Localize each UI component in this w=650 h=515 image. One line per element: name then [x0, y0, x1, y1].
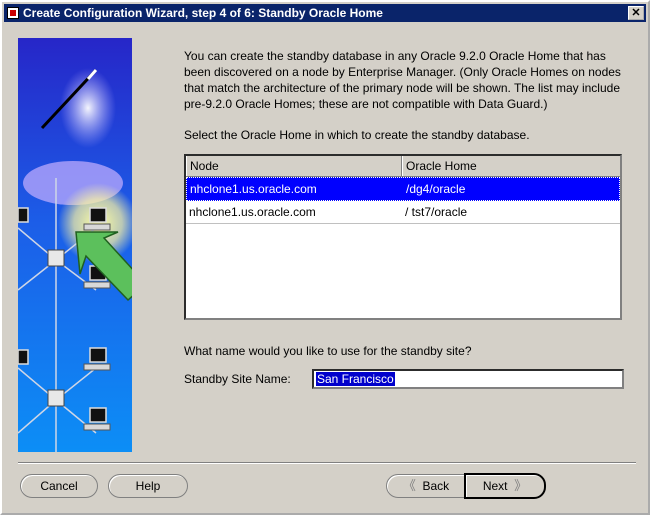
close-icon[interactable]: ✕ [628, 6, 644, 20]
next-label: Next [482, 479, 508, 493]
back-arrow-icon: 《 [402, 478, 416, 493]
site-name-label: Standby Site Name: [184, 372, 291, 386]
back-button[interactable]: 《 Back [386, 474, 466, 498]
select-prompt: Select the Oracle Home in which to creat… [184, 128, 530, 142]
site-name-value: San Francisco [316, 372, 395, 386]
column-header-node[interactable]: Node [186, 156, 402, 176]
button-divider [18, 462, 636, 464]
help-button[interactable]: Help [108, 474, 188, 498]
site-question: What name would you like to use for the … [184, 344, 472, 358]
table-row[interactable]: nhclone1.us.oracle.com /dg4/oracle [186, 177, 620, 201]
cell-node: nhclone1.us.oracle.com [190, 182, 317, 196]
title-bar[interactable]: Create Configuration Wizard, step 4 of 6… [4, 4, 646, 22]
network-nodes-icon [18, 68, 132, 452]
site-name-input[interactable]: San Francisco [312, 369, 624, 389]
app-icon [7, 7, 19, 19]
cell-oracle-home: / tst7/oracle [405, 205, 468, 219]
table-row[interactable]: nhclone1.us.oracle.com / tst7/oracle [186, 201, 620, 224]
column-header-oracle-home[interactable]: Oracle Home [402, 156, 620, 176]
next-button[interactable]: Next 》 [464, 473, 546, 499]
cell-oracle-home: /dg4/oracle [406, 182, 466, 196]
intro-text: You can create the standby database in a… [184, 49, 621, 111]
back-label: Back [422, 479, 450, 493]
oracle-home-table[interactable]: Node Oracle Home nhclone1.us.oracle.com … [184, 154, 622, 320]
wizard-illustration [18, 38, 132, 452]
wizard-window: Create Configuration Wizard, step 4 of 6… [0, 0, 650, 515]
table-header: Node Oracle Home [186, 156, 620, 177]
next-arrow-icon: 》 [514, 478, 528, 493]
cell-node: nhclone1.us.oracle.com [189, 205, 316, 219]
window-title: Create Configuration Wizard, step 4 of 6… [23, 6, 383, 20]
cancel-button[interactable]: Cancel [20, 474, 98, 498]
